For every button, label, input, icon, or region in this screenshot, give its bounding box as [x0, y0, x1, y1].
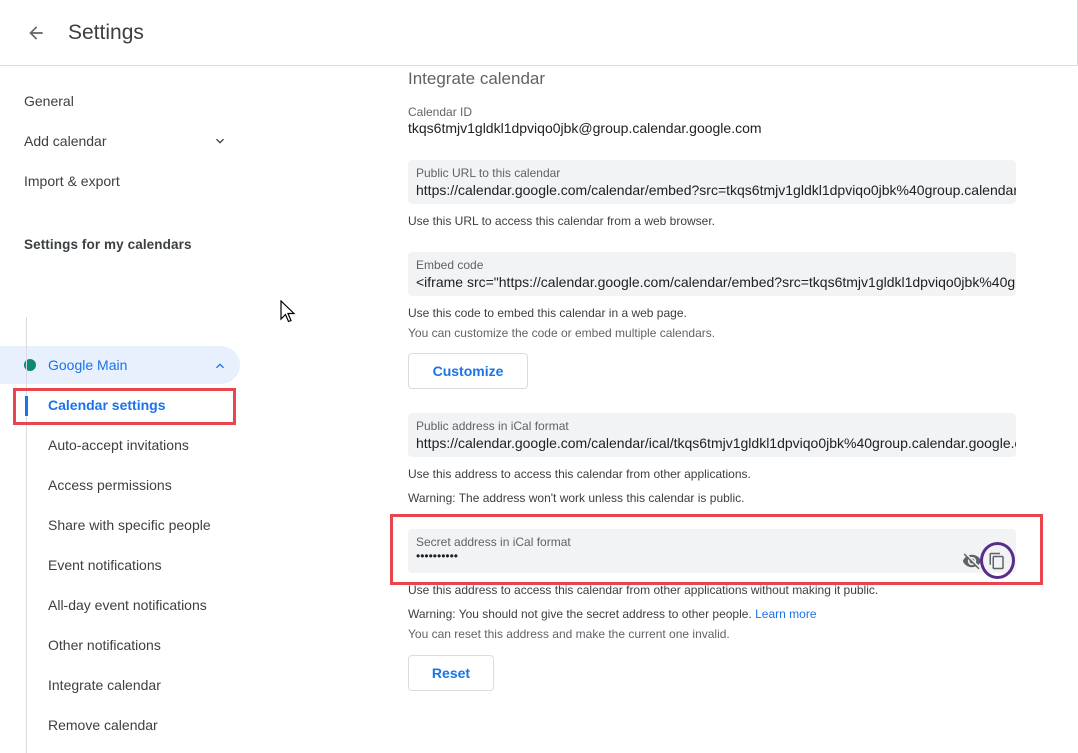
learn-more-link[interactable]: Learn more: [755, 607, 816, 621]
field-label: Public URL to this calendar: [416, 166, 561, 180]
sidebar-item-access-permissions[interactable]: Access permissions: [48, 477, 172, 493]
sidebar-item-general[interactable]: General: [0, 81, 240, 121]
mouse-cursor-icon: [280, 300, 296, 323]
embed-note-1: Use this code to embed this calendar in …: [408, 306, 687, 320]
calendar-item-google-main[interactable]: Google Main: [0, 346, 240, 384]
reset-button[interactable]: Reset: [408, 655, 494, 691]
field-label: Embed code: [416, 258, 484, 272]
secret-ical-note-1: Use this address to access this calendar…: [408, 583, 879, 597]
chevron-down-icon: [216, 138, 224, 144]
sidebar-item-share[interactable]: Share with specific people: [48, 517, 211, 533]
sidebar-item-remove-calendar[interactable]: Remove calendar: [48, 717, 158, 733]
arrow-back-icon: [29, 26, 43, 40]
back-button[interactable]: [20, 17, 52, 49]
sidebar-item-import-export[interactable]: Import & export: [0, 161, 240, 201]
public-url-field[interactable]: Public URL to this calendar https://cale…: [408, 160, 1016, 204]
section-heading: Settings for my calendars: [24, 237, 192, 252]
sidebar-item-auto-accept[interactable]: Auto-accept invitations: [48, 437, 189, 453]
sidebar-item-other-notifications[interactable]: Other notifications: [48, 637, 161, 653]
secret-ical-warning: Warning: You should not give the secret …: [408, 607, 817, 621]
section-title: Integrate calendar: [408, 69, 546, 88]
embed-note-2: You can customize the code or embed mult…: [408, 326, 716, 340]
highlight-box-secret-address: [390, 514, 1043, 585]
sidebar-item-all-day-notifications[interactable]: All-day event notifications: [48, 597, 207, 613]
public-ical-note-2: Warning: The address won't work unless t…: [408, 491, 745, 505]
page-title: Settings: [68, 21, 144, 44]
public-ical-note-1: Use this address to access this calendar…: [408, 467, 751, 481]
public-ical-field[interactable]: Public address in iCal format https://ca…: [408, 413, 1016, 457]
chevron-up-icon: [216, 363, 224, 369]
field-value: https://calendar.google.com/calendar/ica…: [416, 435, 1016, 451]
sidebar-item-integrate-calendar[interactable]: Integrate calendar: [48, 677, 161, 693]
sidebar-item-label: General: [24, 93, 74, 109]
embed-code-field[interactable]: Embed code <iframe src="https://calendar…: [408, 252, 1016, 296]
calendar-name: Google Main: [48, 357, 128, 373]
sidebar-item-event-notifications[interactable]: Event notifications: [48, 557, 162, 573]
calendar-id-label: Calendar ID: [408, 105, 473, 119]
public-url-note: Use this URL to access this calendar fro…: [408, 214, 716, 228]
secret-ical-note-3: You can reset this address and make the …: [408, 627, 730, 641]
highlight-box-calendar-settings: [13, 388, 236, 425]
field-value: https://calendar.google.com/calendar/emb…: [416, 182, 1016, 198]
app-header: Settings: [0, 0, 1078, 66]
sidebar-item-label: Add calendar: [24, 133, 107, 149]
field-value: <iframe src="https://calendar.google.com…: [416, 274, 1016, 290]
sidebar-item-add-calendar[interactable]: Add calendar: [0, 121, 240, 161]
customize-button[interactable]: Customize: [408, 353, 528, 389]
tree-line: [26, 317, 27, 753]
field-label: Public address in iCal format: [416, 419, 569, 433]
calendar-id-value: tkqs6tmjv1gldkl1dpviqo0jbk@group.calenda…: [408, 120, 762, 136]
sidebar-item-label: Import & export: [24, 173, 120, 189]
secret-ical-note-2: Warning: You should not give the secret …: [408, 607, 752, 621]
